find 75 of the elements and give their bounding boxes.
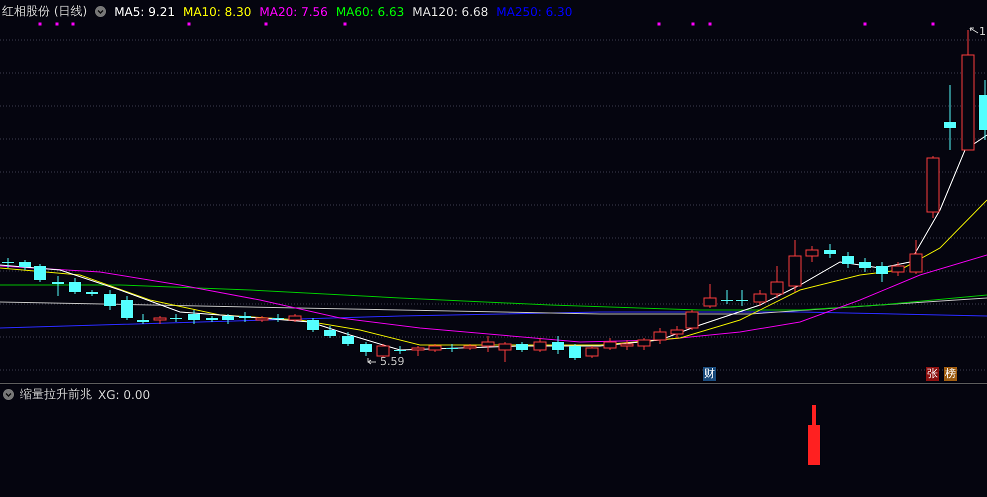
dropdown-icon[interactable] [3,389,14,400]
candlestick [170,314,182,322]
candlestick [552,336,564,354]
candlestick [307,318,319,332]
candlestick [137,314,149,324]
high-marker-arrow-icon [970,28,978,34]
candlestick [824,244,836,258]
dropdown-icon[interactable] [95,6,106,17]
candlestick [288,314,302,322]
event-badge[interactable]: 榜 [944,367,957,381]
moving-average-reading: MA10: 8.30 [182,4,252,18]
candlestick [620,340,634,350]
candlestick [788,240,802,292]
candlestick [394,346,406,354]
candlestick [482,336,494,352]
moving-average-reading: MA120: 6.68 [412,4,488,18]
candlestick [256,316,268,322]
candlestick [154,316,166,324]
candlestick [736,290,748,306]
candlestick [446,344,458,352]
candlestick [376,344,390,358]
candlestick [754,290,766,306]
candlestick [876,262,888,282]
moving-average-reading: MA250: 6.30 [496,4,572,18]
candlestick [806,246,818,262]
candlestick [944,84,956,150]
candlestick [324,326,336,338]
candlestick [2,258,14,268]
candlestick [272,314,284,322]
candlestick [121,296,133,320]
candlestick [686,310,698,330]
candlestick [704,284,716,308]
candlestick [104,290,116,310]
moving-average-reading: MA20: 7.56 [259,4,328,18]
candlestick [69,278,81,294]
candlestick [859,258,871,272]
candlestick [360,342,372,356]
candlestick [670,326,684,338]
candlestick [188,310,200,324]
candlestick [654,328,666,344]
candlestick [638,338,650,350]
candlestick [498,342,512,362]
candlestick [19,260,31,270]
candlestick [842,252,854,268]
indicator-name: 缩量拉升前兆 [20,386,92,403]
candlestick [569,344,581,360]
candlestick [342,332,354,346]
stock-name: 红相股份 (日线) [2,3,88,20]
moving-average-reading: MA5: 9.21 [114,4,175,18]
candlestick [222,314,234,324]
candlestick [428,344,442,352]
moving-average-reading: MA60: 6.63 [336,4,404,18]
event-badge[interactable]: 张 [926,367,939,381]
candlestick [86,290,98,296]
indicator-reading: XG: 0.00 [98,388,150,402]
candlestick [910,240,922,274]
event-badge[interactable]: 财 [703,367,716,381]
candlestick [721,290,733,304]
signal-bar-icon [808,405,820,465]
low-price-label: 5.59 [380,355,404,368]
candlestick [516,342,528,352]
low-marker-arrow-icon [368,358,376,364]
high-price-label: 1 [979,25,986,38]
candlestick [412,346,424,356]
candlestick [770,266,784,298]
candlestick [534,338,546,352]
candlestick [34,264,46,282]
candlestick [586,346,598,358]
candlestick [892,262,904,276]
candlestick [926,156,940,218]
candlestick [604,338,616,350]
candlestick [52,276,64,296]
candlestick [206,316,218,322]
candlestick [239,312,251,322]
candlestick [979,80,987,140]
